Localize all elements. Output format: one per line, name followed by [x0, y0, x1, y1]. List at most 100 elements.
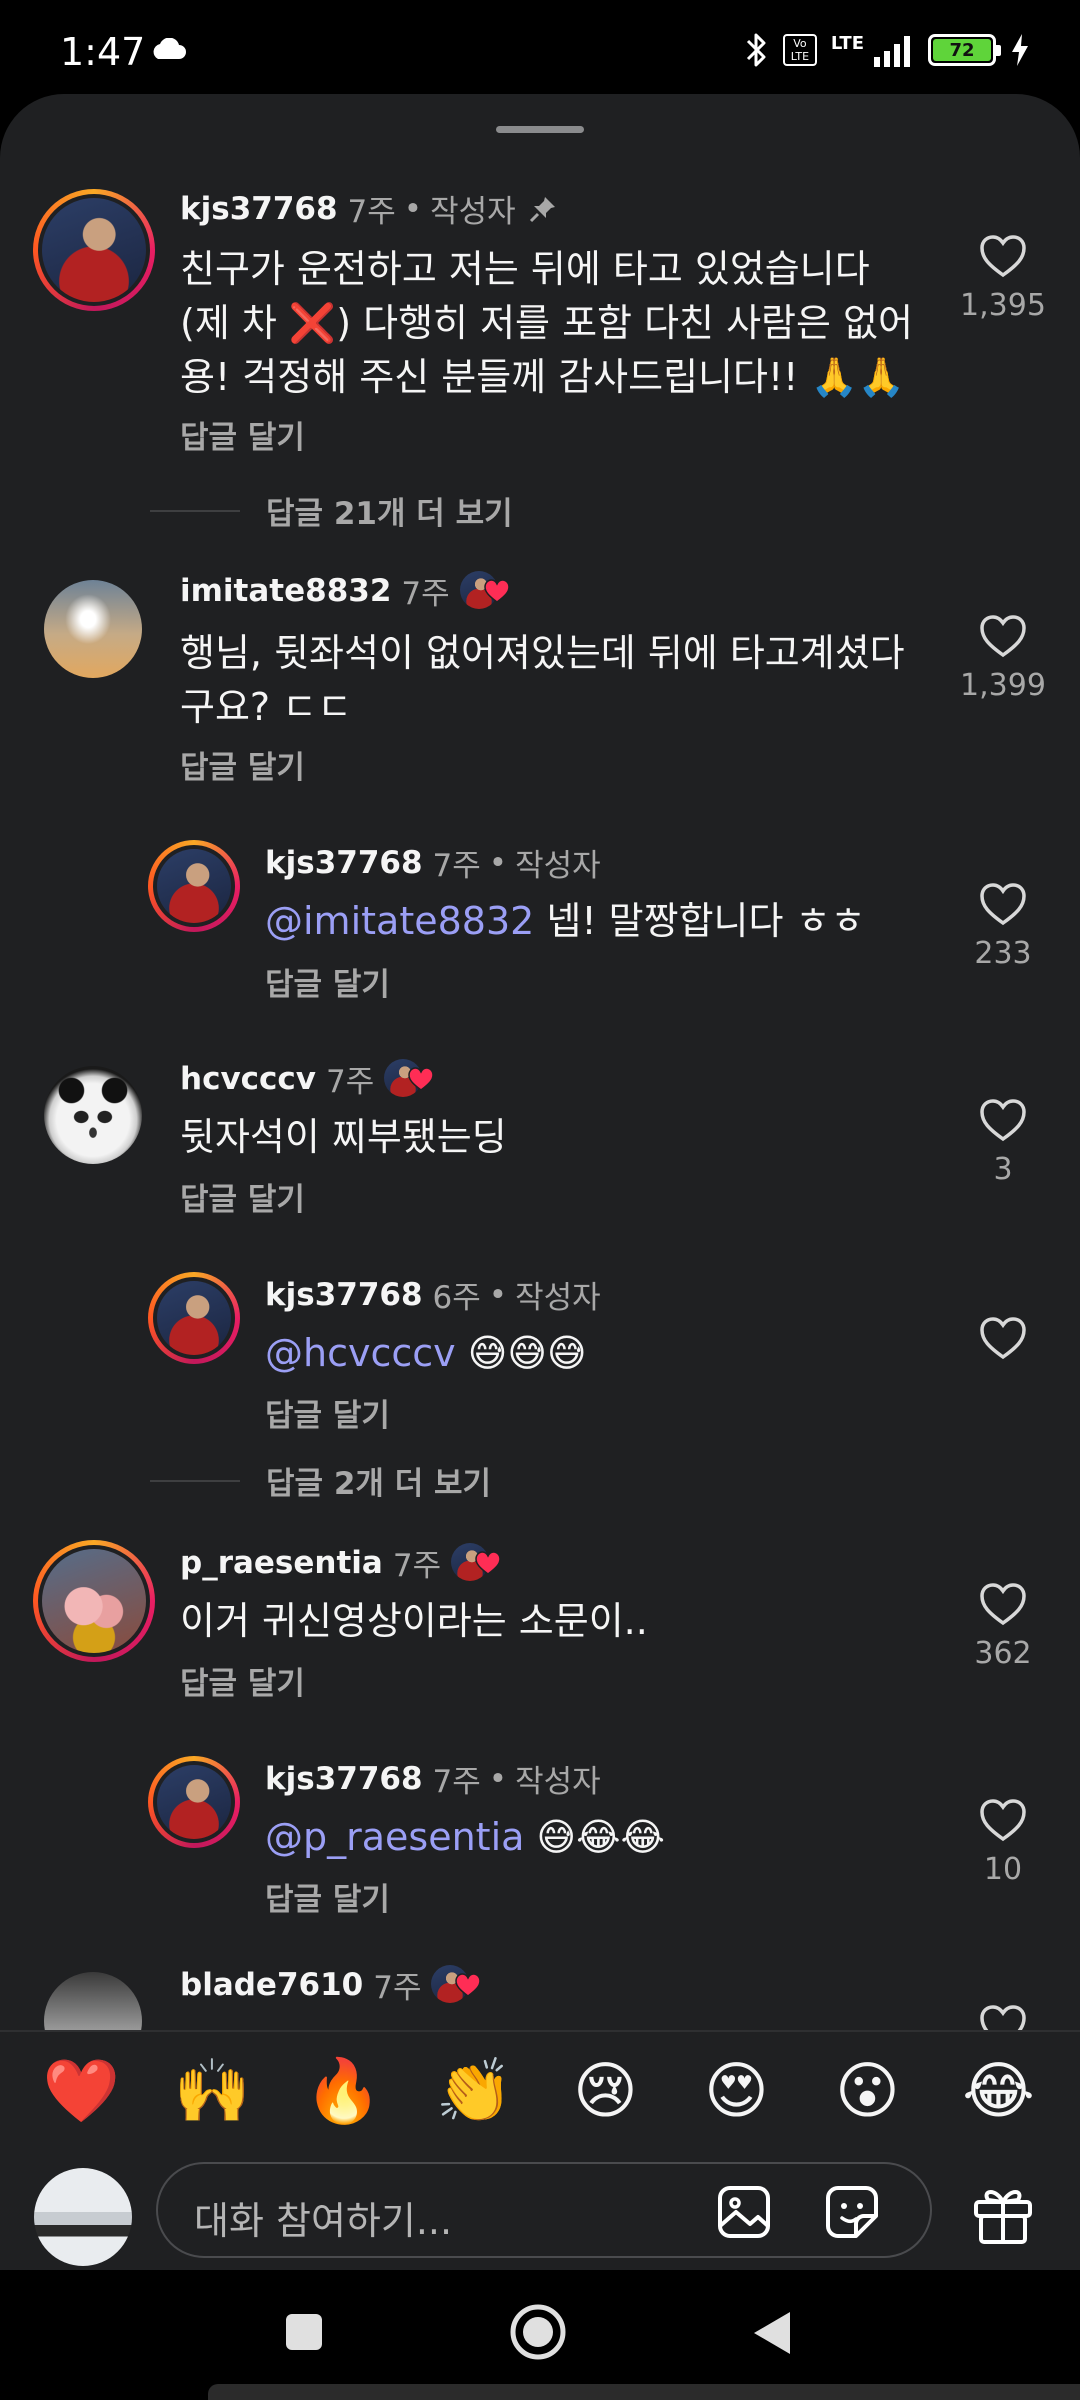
heart-outline-icon: [980, 235, 1026, 278]
username[interactable]: kjs37768: [180, 191, 338, 227]
avatar: [42, 1549, 146, 1653]
view-more-replies[interactable]: 답글 2개 더 보기: [150, 1458, 491, 1503]
like-count: 10: [983, 1852, 1023, 1887]
like-button[interactable]: 362: [955, 1582, 1051, 1671]
emoji-heart-eyes-button[interactable]: 😍: [692, 2046, 782, 2136]
liked-by-creator-badge: [459, 570, 516, 611]
comment-text: 친구가 운전하고 저는 뒤에 타고 있었습니다 (제 차 ❌) 다행히 저를 포…: [180, 247, 913, 399]
mention-link[interactable]: @imitate8832: [265, 899, 534, 943]
reply-button[interactable]: 답글 달기: [180, 742, 305, 787]
avatar: [157, 1281, 231, 1355]
emoji-clap-button[interactable]: 👏: [430, 2046, 520, 2136]
comment-input-placeholder: 대화 참여하기...: [194, 2199, 453, 2243]
status-icons: Vo LTE LTE 72: [743, 30, 1030, 70]
comment-meta: kjs37768 7주 • 작성자: [265, 840, 601, 885]
pin-icon: [529, 196, 555, 222]
separator-dot: •: [488, 1760, 508, 1797]
story-ring-avatar[interactable]: [148, 1272, 240, 1364]
comment-time: 7주: [347, 194, 396, 230]
comment-time: 7주: [401, 576, 450, 612]
comment-time: 6주: [432, 1280, 481, 1316]
reply-button[interactable]: 답글 달기: [180, 1658, 305, 1703]
comment-meta: kjs37768 6주 • 작성자: [265, 1272, 601, 1317]
like-button[interactable]: 1,395: [955, 234, 1051, 323]
separator-dot: •: [488, 1276, 508, 1313]
comment-meta: kjs37768 7주 • 작성자: [180, 186, 558, 231]
username[interactable]: hcvcccv: [180, 1061, 316, 1097]
mention-link[interactable]: @p_raesentia: [265, 1815, 524, 1859]
mention-link[interactable]: @hcvcccv: [265, 1331, 456, 1375]
system-navigation-bar: [0, 2270, 1080, 2400]
emoji-raised-hands-button[interactable]: 🙌: [168, 2046, 258, 2136]
comment-text: 뒷자석이 찌부됐는딩: [180, 1115, 507, 1159]
avatar[interactable]: [44, 1066, 142, 1164]
like-count: 1,399: [960, 668, 1046, 703]
like-count: 1,395: [960, 288, 1046, 323]
reply-button[interactable]: 답글 달기: [180, 412, 305, 457]
comment-time: 7주: [326, 1064, 375, 1100]
view-more-replies[interactable]: 답글 21개 더 보기: [150, 488, 513, 533]
home-button-icon[interactable]: [508, 2302, 568, 2362]
comment-time: 7주: [432, 848, 481, 884]
like-button[interactable]: 10: [955, 1798, 1051, 1887]
emoji-fire-button[interactable]: 🔥: [299, 2046, 389, 2136]
reply-button[interactable]: 답글 달기: [265, 1390, 390, 1435]
heart-filled-icon: [483, 578, 510, 603]
story-ring-avatar[interactable]: [148, 1756, 240, 1848]
emoji-surprised-button[interactable]: 😮: [823, 2046, 913, 2136]
sticker-icon[interactable]: [822, 2182, 882, 2242]
comment-input[interactable]: 대화 참여하기...: [156, 2162, 932, 2258]
username[interactable]: kjs37768: [265, 1277, 423, 1313]
gift-icon[interactable]: [970, 2180, 1036, 2246]
like-button[interactable]: 3: [955, 1098, 1051, 1187]
username[interactable]: kjs37768: [265, 845, 423, 881]
like-button[interactable]: 233: [955, 882, 1051, 971]
liked-by-creator-badge: [384, 1058, 440, 1099]
author-label: 작성자: [515, 1280, 601, 1316]
heart-filled-icon: [455, 1972, 482, 1997]
emoji-laugh-button[interactable]: 😂: [954, 2046, 1044, 2136]
avatar: [157, 849, 231, 923]
like-button[interactable]: 1,399: [955, 614, 1051, 703]
like-count: 233: [974, 936, 1032, 971]
emoji-sad-button[interactable]: 😢: [561, 2046, 651, 2136]
charging-icon: [1012, 34, 1028, 66]
battery-icon: 72: [928, 34, 1001, 66]
heart-outline-icon: [980, 883, 1026, 926]
divider: [150, 1479, 240, 1482]
comment-text: @p_raesentia 😅😂😂: [265, 1810, 925, 1864]
network-type: LTE: [830, 32, 864, 54]
story-ring-avatar[interactable]: [33, 189, 155, 311]
avatar[interactable]: [44, 1972, 142, 2030]
like-button[interactable]: [955, 2004, 1051, 2030]
reply-button[interactable]: 답글 달기: [265, 1874, 390, 1919]
image-icon[interactable]: [714, 2182, 774, 2242]
reply-button[interactable]: 답글 달기: [180, 1174, 305, 1219]
cloud-icon: [153, 38, 186, 59]
comment-list[interactable]: kjs37768 7주 • 작성자 친구가 운전하고 저는 뒤에 타고 있었습니…: [0, 94, 1080, 2030]
username[interactable]: p_raesentia: [180, 1545, 383, 1581]
back-button-icon[interactable]: [752, 2310, 792, 2356]
recents-button-icon[interactable]: [284, 2312, 324, 2352]
signal-icon: [874, 36, 910, 67]
story-ring-avatar[interactable]: [148, 840, 240, 932]
like-button[interactable]: [955, 1316, 1051, 1360]
divider: [150, 509, 240, 512]
avatar: [42, 198, 146, 302]
username[interactable]: kjs37768: [265, 1761, 423, 1797]
username[interactable]: imitate8832: [180, 573, 391, 609]
username[interactable]: blade7610: [180, 1967, 363, 2003]
story-ring-avatar[interactable]: [33, 1540, 155, 1662]
emoji-heart-button[interactable]: ❤️: [37, 2046, 127, 2136]
heart-outline-icon: [980, 2005, 1026, 2030]
status-time: 1:47: [60, 30, 146, 74]
comment-time: 7주: [373, 1970, 422, 2006]
avatar[interactable]: [44, 580, 142, 678]
heart-outline-icon: [980, 1099, 1026, 1142]
author-label: 작성자: [515, 1764, 601, 1800]
reply-button[interactable]: 답글 달기: [265, 959, 390, 1004]
like-count: 362: [974, 1636, 1032, 1671]
comment-meta: blade7610 7주: [180, 1962, 487, 2007]
comment-body: 😅😂😂: [524, 1815, 665, 1859]
comment-text: @hcvcccv 😅😅😅: [265, 1326, 925, 1380]
